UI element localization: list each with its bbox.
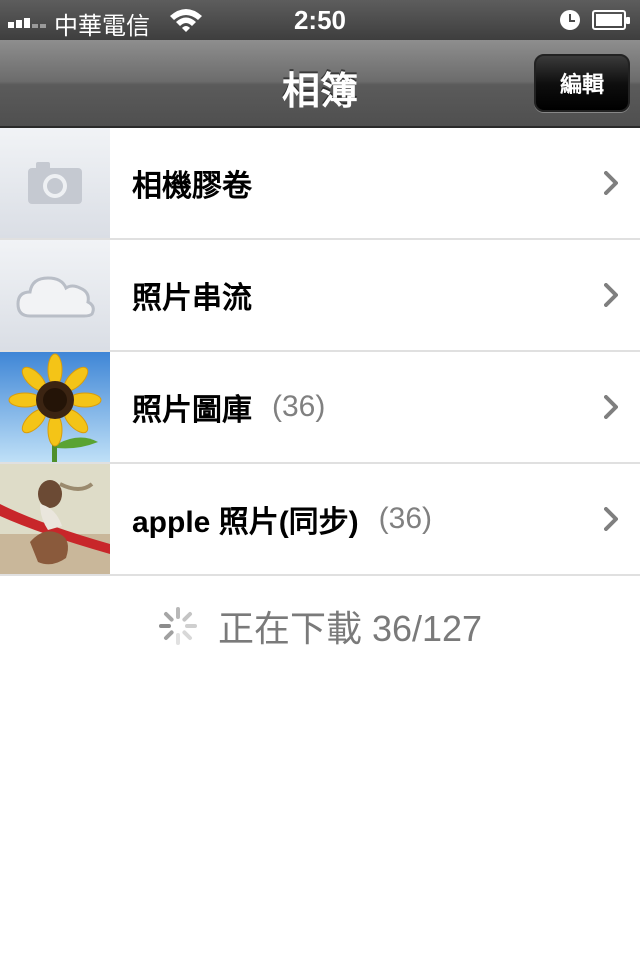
camera-icon <box>0 128 110 238</box>
album-row-synced-photos[interactable]: apple 照片(同步) (36) <box>0 464 640 576</box>
status-time: 2:50 <box>293 5 347 35</box>
album-name: 照片串流 <box>132 282 252 315</box>
chevron-right-icon <box>604 283 618 307</box>
album-row-photo-library[interactable]: 照片圖庫 (36) <box>0 352 640 464</box>
photo-thumbnail <box>0 464 110 574</box>
album-count: (36) <box>272 390 326 423</box>
battery-icon <box>592 10 630 30</box>
navigation-bar: 相簿 編輯 <box>0 40 640 128</box>
status-bar: 中華電信 2:50 <box>0 0 640 40</box>
edit-button[interactable]: 編輯 <box>534 54 630 112</box>
chevron-right-icon <box>604 507 618 531</box>
album-name: 相機膠卷 <box>132 170 252 203</box>
album-name: apple 照片(同步) <box>132 506 359 539</box>
album-name: 照片圖庫 <box>132 394 252 427</box>
album-row-photo-stream[interactable]: 照片串流 <box>0 240 640 352</box>
cloud-icon <box>0 240 110 350</box>
alarm-icon <box>560 10 580 30</box>
sunflower-photo <box>0 352 110 462</box>
album-row-camera-roll[interactable]: 相機膠卷 <box>0 128 640 240</box>
download-progress-text: 正在下載 36/127 <box>217 608 483 649</box>
album-count: (36) <box>378 502 433 535</box>
spinner-icon <box>158 607 197 645</box>
chevron-right-icon <box>604 171 618 195</box>
album-list: 相機膠卷 照片串流 照片圖庫 (36) apple 照片(同步) (36) <box>0 128 640 576</box>
download-status: 正在下載 36/127 <box>0 600 640 652</box>
chevron-right-icon <box>604 395 618 419</box>
